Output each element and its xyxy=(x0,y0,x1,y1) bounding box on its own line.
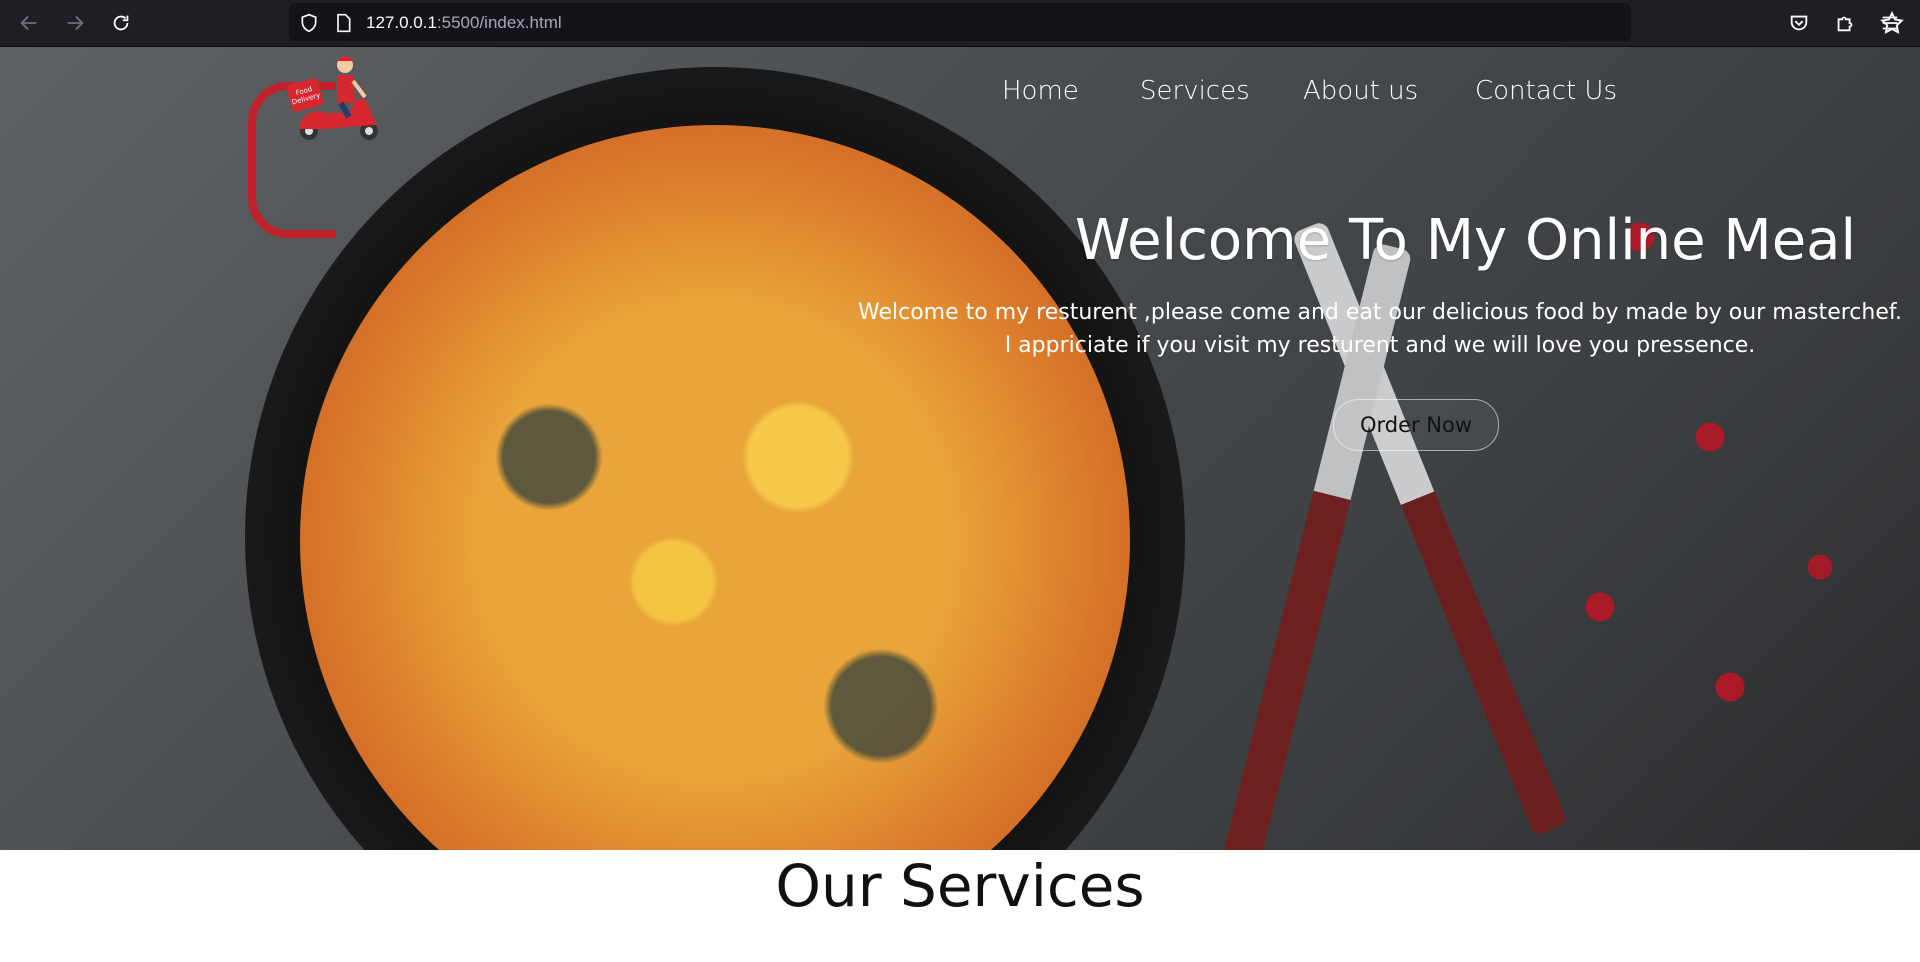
services-heading: Our Services xyxy=(775,852,1145,920)
hero-subtitle-line-1: Welcome to my resturent ,please come and… xyxy=(857,300,1902,325)
hero-subtitle-line-2: I appriciate if you visit my resturent a… xyxy=(1004,333,1756,358)
nav-link-about[interactable]: About us xyxy=(1303,76,1418,106)
nav-link-services[interactable]: Services xyxy=(1140,76,1250,106)
puzzle-icon xyxy=(1837,16,1853,32)
shield-icon[interactable] xyxy=(299,13,319,33)
food-delivery-logo[interactable]: Food Delivery xyxy=(287,51,387,143)
nav-link-home[interactable]: Home xyxy=(1002,76,1079,106)
arrow-left-icon xyxy=(20,15,37,31)
menu-button[interactable] xyxy=(1875,8,1905,38)
nav-link-contact[interactable]: Contact Us xyxy=(1475,76,1617,106)
hero-section xyxy=(0,47,1920,850)
back-button[interactable] xyxy=(14,8,44,38)
browser-toolbar: 127.0.0.1:5500/index.html xyxy=(0,0,1920,47)
hamburger-icon xyxy=(1882,16,1898,30)
reload-icon xyxy=(113,15,129,31)
url-bar[interactable]: 127.0.0.1:5500/index.html xyxy=(289,3,1904,41)
pocket-icon xyxy=(1790,15,1808,31)
extensions-button[interactable] xyxy=(1830,8,1860,38)
hero-title: Welcome To My Online Meal xyxy=(1075,208,1857,273)
pocket-button[interactable] xyxy=(1784,8,1814,38)
arrow-right-icon xyxy=(67,15,84,31)
url-text[interactable]: 127.0.0.1:5500/index.html xyxy=(366,13,562,33)
page-icon[interactable] xyxy=(333,13,353,33)
forward-button[interactable] xyxy=(60,8,90,38)
reload-button[interactable] xyxy=(106,8,136,38)
order-now-button[interactable]: Order Now xyxy=(1333,399,1499,451)
